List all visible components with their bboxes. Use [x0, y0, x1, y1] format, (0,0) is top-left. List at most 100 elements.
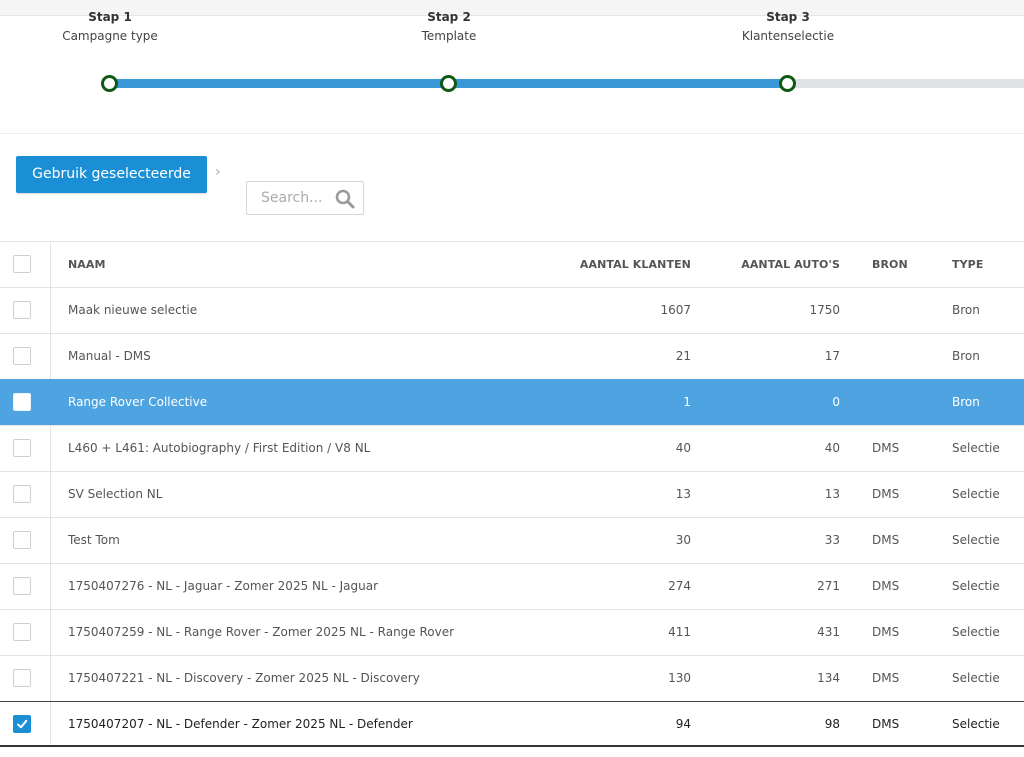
table-row[interactable]: Test Tom 30 33 DMS Selectie — [0, 517, 1024, 563]
table-header: NAAM AANTAL KLANTEN AANTAL AUTO'S BRON T… — [0, 241, 1024, 287]
search-icon[interactable] — [335, 189, 355, 209]
row-naam: 1750407259 - NL - Range Rover - Zomer 20… — [68, 625, 455, 639]
step-2-dot[interactable] — [440, 75, 457, 92]
row-bron: DMS — [872, 533, 900, 547]
row-checkbox-cell — [0, 518, 51, 563]
row-checkbox[interactable] — [13, 393, 31, 411]
row-type: Bron — [952, 395, 980, 409]
table-row[interactable]: 1750407259 - NL - Range Rover - Zomer 20… — [0, 609, 1024, 655]
row-aantal-klanten: 130 — [668, 671, 691, 685]
row-checkbox[interactable] — [13, 623, 31, 641]
step-2-subtitle: Template — [421, 29, 477, 43]
row-checkbox[interactable] — [13, 577, 31, 595]
table-row[interactable]: L460 + L461: Autobiography / First Editi… — [0, 425, 1024, 471]
table-row[interactable]: Range Rover Collective 1 0 Bron — [0, 379, 1024, 425]
table-row[interactable]: 1750407221 - NL - Discovery - Zomer 2025… — [0, 655, 1024, 701]
header-type[interactable]: TYPE — [952, 242, 983, 287]
row-naam: Maak nieuwe selectie — [68, 303, 198, 317]
row-type: Selectie — [952, 487, 1000, 501]
row-bron: DMS — [872, 671, 900, 685]
step-3-subtitle: Klantenselectie — [741, 29, 835, 43]
row-checkbox-cell — [0, 610, 51, 655]
search-input[interactable] — [247, 182, 331, 214]
header-bron[interactable]: BRON — [872, 242, 908, 287]
search-box[interactable] — [246, 181, 364, 215]
row-checkbox[interactable] — [13, 301, 31, 319]
step-2-title: Stap 2 — [427, 10, 471, 24]
row-checkbox[interactable] — [13, 669, 31, 687]
row-checkbox[interactable] — [13, 715, 31, 733]
row-naam: SV Selection NL — [68, 487, 163, 501]
row-aantal-autos: 98 — [824, 717, 840, 731]
row-aantal-autos: 17 — [824, 349, 840, 363]
row-type: Selectie — [952, 671, 1000, 685]
row-aantal-autos: 0 — [832, 395, 840, 409]
row-bron: DMS — [872, 717, 900, 731]
row-aantal-autos: 134 — [817, 671, 840, 685]
header-aantal-autos[interactable]: AANTAL AUTO'S — [700, 242, 840, 287]
row-aantal-klanten: 1607 — [660, 303, 691, 317]
row-type: Selectie — [952, 533, 1000, 547]
row-aantal-autos: 40 — [824, 441, 840, 455]
row-bron: DMS — [872, 487, 900, 501]
row-aantal-klanten: 40 — [675, 441, 691, 455]
row-aantal-klanten: 30 — [675, 533, 691, 547]
table-row[interactable]: SV Selection NL 13 13 DMS Selectie — [0, 471, 1024, 517]
use-selected-button[interactable]: Gebruik geselecteerde — [16, 156, 207, 193]
table-row[interactable]: Manual - DMS 21 17 Bron — [0, 333, 1024, 379]
row-checkbox[interactable] — [13, 439, 31, 457]
row-aantal-klanten: 411 — [668, 625, 691, 639]
row-naam: 1750407276 - NL - Jaguar - Zomer 2025 NL… — [68, 579, 379, 593]
check-icon — [17, 719, 28, 729]
header-aantal-klanten[interactable]: AANTAL KLANTEN — [540, 242, 691, 287]
row-aantal-klanten: 1 — [683, 395, 691, 409]
chevron-right-icon: › — [215, 164, 221, 180]
row-aantal-autos: 33 — [824, 533, 840, 547]
row-type: Selectie — [952, 579, 1000, 593]
row-type: Selectie — [952, 625, 1000, 639]
row-aantal-klanten: 94 — [675, 717, 691, 731]
row-checkbox-cell — [0, 426, 51, 471]
row-naam: 1750407207 - NL - Defender - Zomer 2025 … — [68, 717, 413, 731]
step-1-dot[interactable] — [101, 75, 118, 92]
row-aantal-autos: 13 — [824, 487, 840, 501]
row-checkbox-cell — [0, 702, 51, 745]
row-type: Bron — [952, 303, 980, 317]
row-naam: L460 + L461: Autobiography / First Editi… — [68, 441, 371, 455]
row-aantal-autos: 1750 — [809, 303, 840, 317]
row-checkbox-cell — [0, 288, 51, 333]
row-naam: Range Rover Collective — [68, 395, 208, 409]
row-type: Selectie — [952, 717, 1000, 731]
row-type: Bron — [952, 349, 980, 363]
select-all-checkbox[interactable] — [13, 255, 31, 273]
row-bron: DMS — [872, 441, 900, 455]
row-checkbox[interactable] — [13, 485, 31, 503]
row-type: Selectie — [952, 441, 1000, 455]
row-aantal-autos: 431 — [817, 625, 840, 639]
step-3-title: Stap 3 — [766, 10, 810, 24]
row-aantal-klanten: 21 — [675, 349, 691, 363]
row-checkbox-cell — [0, 656, 51, 701]
row-bron: DMS — [872, 579, 900, 593]
row-checkbox-cell — [0, 472, 51, 517]
header-naam[interactable]: NAAM — [68, 242, 106, 287]
step-3-dot[interactable] — [779, 75, 796, 92]
row-aantal-autos: 271 — [817, 579, 840, 593]
row-checkbox-cell — [0, 564, 51, 609]
table-row[interactable]: Maak nieuwe selectie 1607 1750 Bron — [0, 287, 1024, 333]
row-aantal-klanten: 13 — [675, 487, 691, 501]
table-row[interactable]: 1750407276 - NL - Jaguar - Zomer 2025 NL… — [0, 563, 1024, 609]
campaign-stepper: Stap 1 Campagne type Stap 2 Template Sta… — [0, 0, 1024, 134]
row-bron: DMS — [872, 625, 900, 639]
row-checkbox-cell — [0, 334, 51, 379]
step-1-title: Stap 1 — [88, 10, 132, 24]
row-naam: Test Tom — [68, 533, 120, 547]
row-aantal-klanten: 274 — [668, 579, 691, 593]
step-1-subtitle: Campagne type — [62, 29, 158, 43]
row-checkbox[interactable] — [13, 347, 31, 365]
row-checkbox[interactable] — [13, 531, 31, 549]
row-naam: 1750407221 - NL - Discovery - Zomer 2025… — [68, 671, 420, 685]
select-all-cell — [0, 242, 51, 287]
table-row[interactable]: 1750407207 - NL - Defender - Zomer 2025 … — [0, 701, 1024, 747]
row-checkbox-cell — [0, 380, 51, 425]
